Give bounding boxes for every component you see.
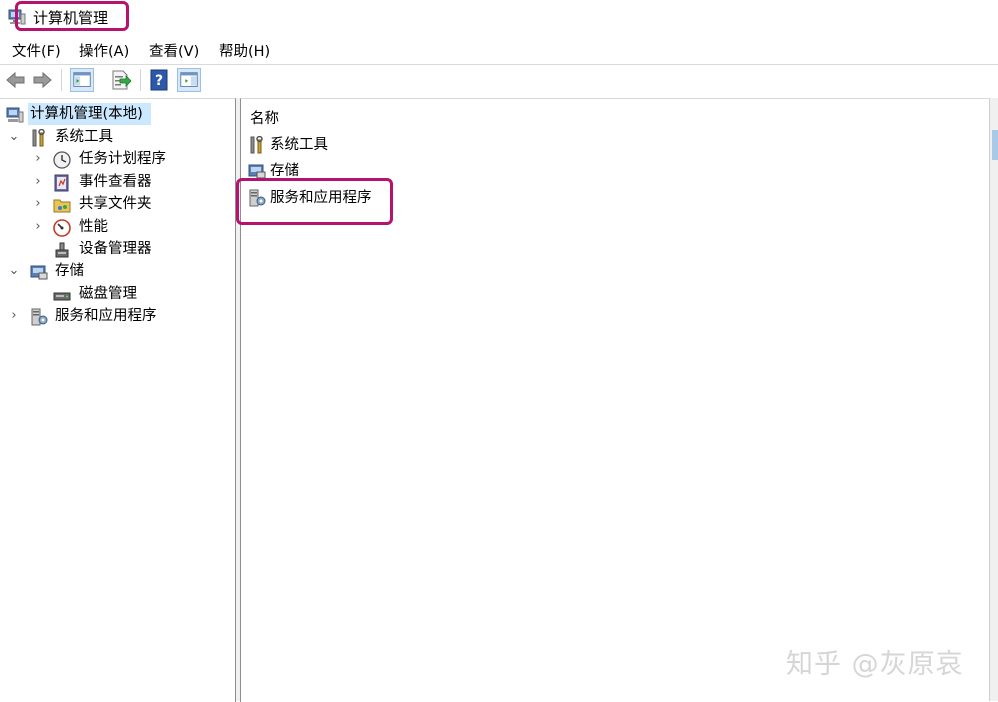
performance-gauge-icon <box>53 219 71 237</box>
system-tools-icon <box>32 129 45 147</box>
list-item-system-tools[interactable]: 系统工具 <box>248 133 448 157</box>
chevron-down-icon[interactable]: ⌄ <box>8 260 20 282</box>
menu-help[interactable]: 帮助(H) <box>219 40 270 61</box>
toolbar: ? <box>0 64 998 95</box>
tree-label-root: 计算机管理(本地) <box>30 106 143 122</box>
back-arrow-icon[interactable] <box>4 68 28 92</box>
tree-item-event-viewer[interactable]: › 事件查看器 <box>0 171 235 193</box>
disk-management-icon <box>53 292 71 301</box>
menu-action[interactable]: 操作(A) <box>79 40 129 61</box>
chevron-right-icon[interactable]: › <box>32 193 44 215</box>
tree-label-device-manager: 设备管理器 <box>79 241 152 257</box>
tree-item-performance[interactable]: › 性能 <box>0 216 235 238</box>
tree-label-performance: 性能 <box>79 219 108 235</box>
action-pane-icon[interactable] <box>177 68 201 92</box>
shared-folder-icon <box>53 199 71 213</box>
tree-item-root[interactable]: 计算机管理(本地) <box>0 103 235 125</box>
show-tree-icon[interactable] <box>70 68 94 92</box>
clock-icon <box>53 151 71 169</box>
services-highlight-box <box>236 178 393 225</box>
tree-label-task-scheduler: 任务计划程序 <box>79 151 166 167</box>
chevron-right-icon[interactable]: › <box>8 305 20 327</box>
chevron-right-icon[interactable]: › <box>32 171 44 193</box>
list-label-system-tools: 系统工具 <box>270 137 328 153</box>
tree-label-services-apps: 服务和应用程序 <box>55 308 157 324</box>
tree-label-event-viewer: 事件查看器 <box>79 174 152 190</box>
device-manager-icon <box>55 242 69 258</box>
chevron-right-icon[interactable]: › <box>32 148 44 170</box>
watermark-text: 知乎 @灰原哀 <box>786 649 964 680</box>
tree-label-shared-folders: 共享文件夹 <box>79 196 152 212</box>
tree-item-shared-folders[interactable]: › 共享文件夹 <box>0 193 235 215</box>
tree-item-services-apps[interactable]: › 服务和应用程序 <box>0 305 235 327</box>
menu-bar: 文件(F) 操作(A) 查看(V) 帮助(H) <box>0 36 998 62</box>
menu-view[interactable]: 查看(V) <box>149 40 199 61</box>
tree-item-device-manager[interactable]: 设备管理器 <box>0 238 235 260</box>
services-apps-icon <box>31 308 48 326</box>
column-header-name[interactable]: 名称 <box>250 107 279 128</box>
svg-text:?: ? <box>155 73 163 89</box>
title-bar: 计算机管理 <box>0 0 998 34</box>
tree-label-disk-management: 磁盘管理 <box>79 286 137 302</box>
toolbar-separator <box>61 69 62 91</box>
chevron-down-icon[interactable]: ⌄ <box>8 126 20 148</box>
tree-item-storage[interactable]: ⌄ 存储 <box>0 260 235 282</box>
tree-item-system-tools[interactable]: ⌄ 系统工具 <box>0 126 235 148</box>
tree-label-storage: 存储 <box>55 263 84 279</box>
event-viewer-icon <box>54 174 69 192</box>
vertical-scrollbar[interactable] <box>989 98 998 701</box>
storage-icon <box>30 265 48 280</box>
computer-management-icon <box>6 107 24 123</box>
system-tools-icon <box>250 136 263 154</box>
scrollbar-thumb[interactable] <box>992 130 998 160</box>
export-list-icon[interactable] <box>108 68 132 92</box>
tree-item-disk-management[interactable]: 磁盘管理 <box>0 283 235 305</box>
menu-file[interactable]: 文件(F) <box>12 40 61 61</box>
tree-label-system-tools: 系统工具 <box>55 129 113 145</box>
help-icon[interactable]: ? <box>147 68 171 92</box>
forward-arrow-icon[interactable] <box>30 68 54 92</box>
window-title: 计算机管理 <box>33 9 109 27</box>
toolbar-separator <box>140 69 141 91</box>
chevron-right-icon[interactable]: › <box>32 216 44 238</box>
tree-item-task-scheduler[interactable]: › 任务计划程序 <box>0 148 235 170</box>
